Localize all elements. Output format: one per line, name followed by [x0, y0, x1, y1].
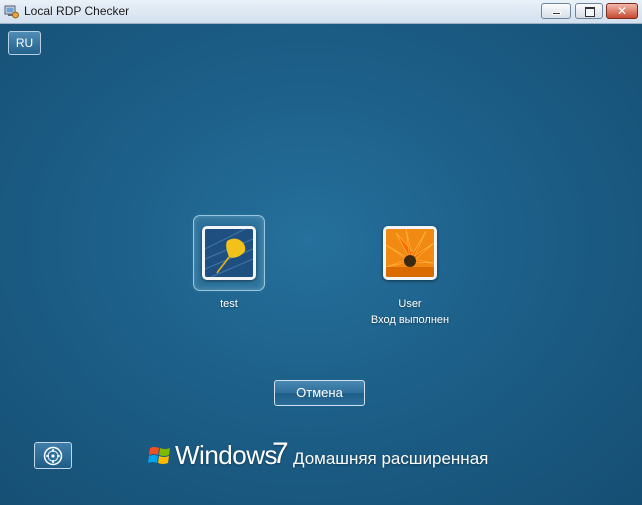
window-title: Local RDP Checker	[24, 4, 130, 18]
app-window: Local RDP Checker ✕ RU test User Вход вы…	[0, 0, 642, 505]
close-button[interactable]: ✕	[606, 3, 638, 19]
maximize-icon	[585, 7, 595, 17]
logon-screen: RU test User Вход выполнен Отмена Window…	[0, 24, 642, 505]
windows-flag-icon	[148, 447, 170, 464]
windows-branding: Windows 7 Домашняя расширенная	[148, 437, 508, 472]
avatar	[202, 226, 256, 280]
orange-flower-picture	[386, 229, 434, 277]
language-button[interactable]: RU	[8, 31, 41, 55]
ease-of-access-button[interactable]	[34, 442, 72, 469]
account-name: User	[398, 298, 422, 310]
ease-of-access-icon	[43, 446, 63, 466]
avatar	[383, 226, 437, 280]
title-bar[interactable]: Local RDP Checker ✕	[0, 0, 642, 24]
product-version: 7	[272, 437, 289, 470]
product-edition: Домашняя расширенная	[293, 449, 489, 468]
maximize-button[interactable]	[575, 3, 603, 19]
ginkgo-leaf-picture	[205, 229, 253, 277]
product-name: Windows	[175, 440, 277, 470]
cancel-button[interactable]: Отмена	[274, 380, 365, 406]
account-status: Вход выполнен	[370, 314, 450, 326]
minimize-icon	[552, 12, 561, 15]
minimize-button[interactable]	[541, 3, 571, 19]
close-icon: ✕	[616, 4, 628, 18]
remote-desktop-icon	[4, 5, 19, 19]
account-name: test	[220, 298, 238, 310]
